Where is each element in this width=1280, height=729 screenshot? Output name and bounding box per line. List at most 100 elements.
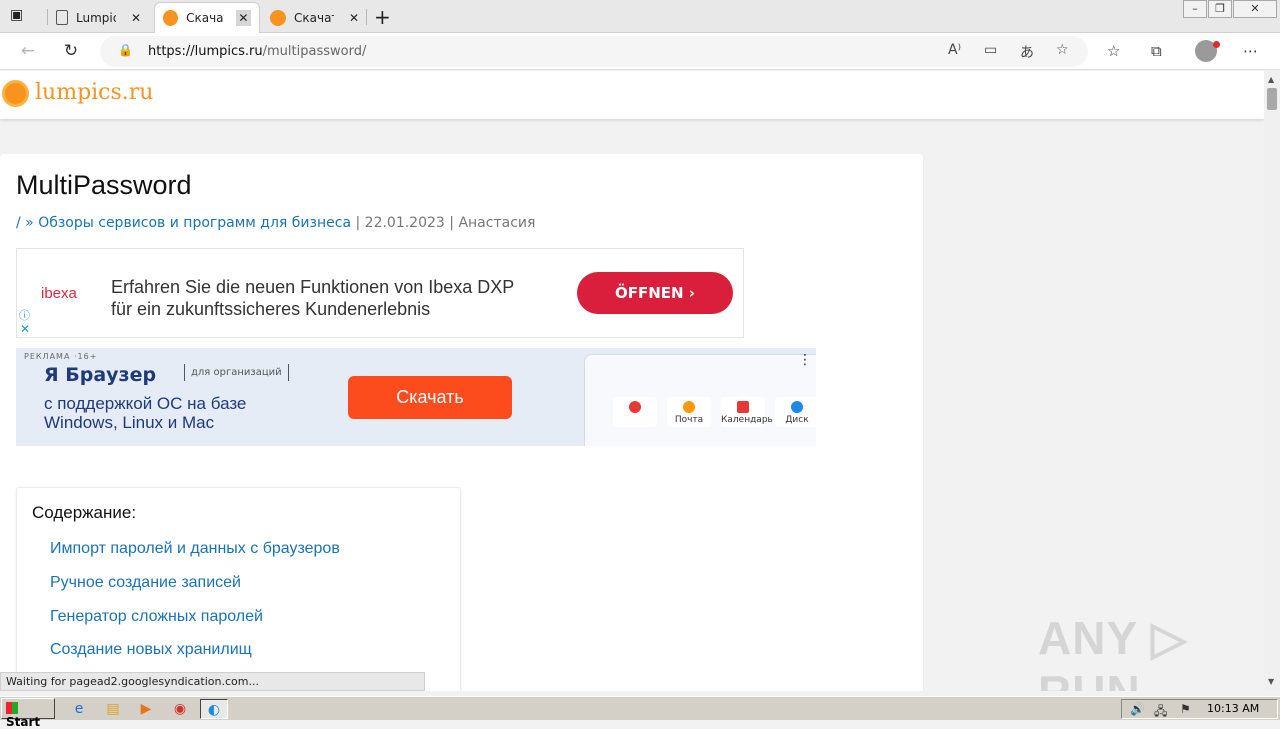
immersive-reader-icon[interactable]: ▭ bbox=[984, 42, 997, 58]
tab-title: Скачать bbox=[186, 11, 224, 25]
back-arrow-icon[interactable]: ← bbox=[17, 40, 39, 62]
tile-label: Диск bbox=[785, 415, 809, 425]
file-explorer-icon[interactable]: ▤ bbox=[102, 699, 124, 719]
read-aloud-icon[interactable]: A⁾ bbox=[948, 42, 961, 58]
ibexa-ad-banner[interactable]: ibexa Erfahren Sie die neuen Funktionen … bbox=[16, 248, 744, 338]
internet-explorer-icon[interactable]: e bbox=[68, 699, 90, 719]
ibexa-logo: ibexa bbox=[41, 285, 77, 302]
tab-download[interactable]: Скачать ✕ bbox=[262, 2, 370, 33]
edge-icon[interactable]: ◐ bbox=[200, 699, 228, 719]
lumpics-favicon-icon bbox=[163, 10, 179, 26]
profile-avatar[interactable] bbox=[1195, 40, 1220, 62]
tab-title: Lumpics bbox=[76, 10, 116, 25]
ad-org-label: для организаций bbox=[184, 364, 289, 381]
meta-separator: | bbox=[444, 215, 459, 231]
close-window-button[interactable]: ✕ bbox=[1233, 0, 1277, 18]
mail-icon bbox=[683, 401, 695, 413]
lock-icon: 🔒 bbox=[118, 43, 133, 57]
translate-icon[interactable]: あ bbox=[1020, 42, 1034, 62]
download-button[interactable]: Скачать bbox=[348, 376, 512, 419]
toc-title: Содержание: bbox=[32, 503, 137, 522]
tile-disk: Диск bbox=[775, 397, 816, 427]
yandex-browser-ad[interactable]: РЕКЛАМА ·16+ Я Браузер для организаций с… bbox=[16, 348, 816, 446]
breadcrumb-separator: » bbox=[20, 215, 39, 231]
close-tab-icon[interactable]: ✕ bbox=[235, 10, 251, 26]
start-button[interactable]: Start bbox=[1, 698, 55, 729]
ad-sub-line-1: с поддержкой ОС на базе bbox=[44, 394, 247, 413]
action-center-flag-icon[interactable]: ⚑ bbox=[1180, 702, 1191, 716]
toc-item-import[interactable]: Импорт паролей и данных с браузеров bbox=[50, 540, 340, 558]
breadcrumb: / » Обзоры сервисов и программ для бизне… bbox=[16, 215, 535, 231]
orange-logo-icon[interactable] bbox=[2, 80, 29, 107]
tab-separator bbox=[47, 9, 48, 25]
close-tab-icon[interactable]: ✕ bbox=[346, 10, 362, 26]
article-author: Анастасия bbox=[458, 215, 536, 231]
ad-sub-line-2: Windows, Linux и Mac bbox=[44, 413, 215, 432]
meta-separator: | bbox=[351, 215, 365, 231]
tab-separator bbox=[366, 9, 367, 25]
start-label: Start bbox=[6, 715, 41, 729]
scroll-up-icon[interactable]: ▲ bbox=[1268, 75, 1274, 84]
windows-logo-icon bbox=[6, 702, 18, 714]
article-date: 22.01.2023 bbox=[364, 215, 445, 231]
browser-mockup-image: Почта Календарь Диск bbox=[584, 354, 816, 446]
tab-actions-icon[interactable]: ▣ bbox=[10, 7, 30, 25]
tab-lumpics[interactable]: Lumpics ✕ bbox=[48, 2, 152, 33]
chrome-icon[interactable]: ◉ bbox=[169, 699, 191, 719]
article-card: MultiPassword / » Обзоры сервисов и прог… bbox=[0, 154, 923, 691]
ad-open-button[interactable]: ÖFFNEN › bbox=[577, 272, 733, 314]
anyrun-watermark: ANY ▷ RUN bbox=[1038, 612, 1188, 691]
page-icon bbox=[56, 10, 68, 25]
new-tab-button[interactable]: + bbox=[374, 5, 391, 29]
breadcrumb-category[interactable]: Обзоры сервисов и программ для бизнеса bbox=[38, 215, 351, 231]
calendar-icon bbox=[737, 401, 749, 413]
page-title: MultiPassword bbox=[16, 170, 192, 200]
windows-taskbar: Start e ▤ ▶ ◉ ◐ 🔊 🖧 ⚑ 10:13 AM bbox=[0, 696, 1280, 729]
table-of-contents: Содержание: Импорт паролей и данных с бр… bbox=[16, 487, 461, 691]
media-player-icon[interactable]: ▶ bbox=[135, 699, 157, 719]
tile-yandex bbox=[613, 397, 657, 427]
refresh-icon[interactable]: ↻ bbox=[60, 40, 82, 62]
ad-close-icon[interactable]: ✕ bbox=[20, 322, 30, 336]
system-tray: 🔊 🖧 ⚑ 10:13 AM bbox=[1121, 699, 1278, 719]
ad-line-2: für ein zukunftssicheres Kundenerlebnis bbox=[111, 299, 431, 319]
disk-icon bbox=[791, 401, 803, 413]
lumpics-favicon-icon bbox=[270, 9, 286, 26]
tab-title: Скачать bbox=[294, 10, 334, 25]
volume-icon[interactable]: 🔊 bbox=[1130, 702, 1145, 716]
tile-label: Календарь bbox=[721, 415, 773, 425]
toc-item-generator[interactable]: Генератор сложных паролей bbox=[50, 608, 263, 626]
close-tab-icon[interactable]: ✕ bbox=[128, 10, 144, 26]
scroll-down-icon[interactable]: ▼ bbox=[1268, 677, 1274, 686]
add-favorite-icon[interactable]: ☆ bbox=[1056, 42, 1069, 58]
yandex-browser-logo: Я Браузер bbox=[44, 364, 157, 386]
url-text[interactable]: https://lumpics.ru/multipassword/ bbox=[148, 44, 366, 59]
address-bar[interactable]: 🔒 https://lumpics.ru/multipassword/ A⁾ ▭… bbox=[100, 36, 1088, 67]
page-scrollbar[interactable]: ▲ ▼ bbox=[1264, 71, 1280, 691]
tile-mail: Почта bbox=[667, 397, 711, 427]
site-logo[interactable]: lumpics.ru bbox=[35, 80, 153, 105]
ad-line-1: Erfahren Sie die neuen Funktionen von Ib… bbox=[111, 277, 515, 297]
toc-item-manual[interactable]: Ручное создание записей bbox=[50, 574, 241, 592]
yandex-icon bbox=[629, 401, 641, 413]
url-path: /multipassword/ bbox=[262, 44, 367, 59]
restore-button[interactable]: ❐ bbox=[1208, 0, 1232, 18]
ad-info-icon[interactable]: ⓘ bbox=[19, 307, 30, 323]
site-header: lumpics.ru bbox=[0, 71, 1264, 119]
url-host: https://lumpics.ru bbox=[148, 44, 263, 59]
scroll-thumb[interactable] bbox=[1267, 88, 1277, 110]
more-menu-icon[interactable]: ⋯ bbox=[1243, 42, 1258, 60]
collections-icon[interactable]: ⧉ bbox=[1151, 42, 1162, 60]
tab-download-active[interactable]: Скачать ✕ bbox=[154, 2, 260, 33]
tab-strip: ▣ Lumpics ✕ Скачать ✕ Скачать ✕ + – ❐ ✕ bbox=[0, 0, 1280, 33]
tile-label: Почта bbox=[674, 415, 704, 425]
favorites-icon[interactable]: ☆ bbox=[1107, 42, 1120, 60]
toc-item-vaults[interactable]: Создание новых хранилищ bbox=[50, 641, 252, 659]
page-viewport: lumpics.ru MultiPassword / » Обзоры серв… bbox=[0, 71, 1264, 691]
ad-menu-icon[interactable]: ⋮ bbox=[798, 352, 812, 368]
minimize-button[interactable]: – bbox=[1183, 0, 1207, 18]
tile-calendar: Календарь bbox=[721, 397, 773, 427]
status-bar: Waiting for pagead2.googlesyndication.co… bbox=[0, 672, 425, 691]
clock[interactable]: 10:13 AM bbox=[1207, 702, 1259, 715]
browser-toolbar: ← ↻ 🔒 https://lumpics.ru/multipassword/ … bbox=[0, 33, 1280, 70]
